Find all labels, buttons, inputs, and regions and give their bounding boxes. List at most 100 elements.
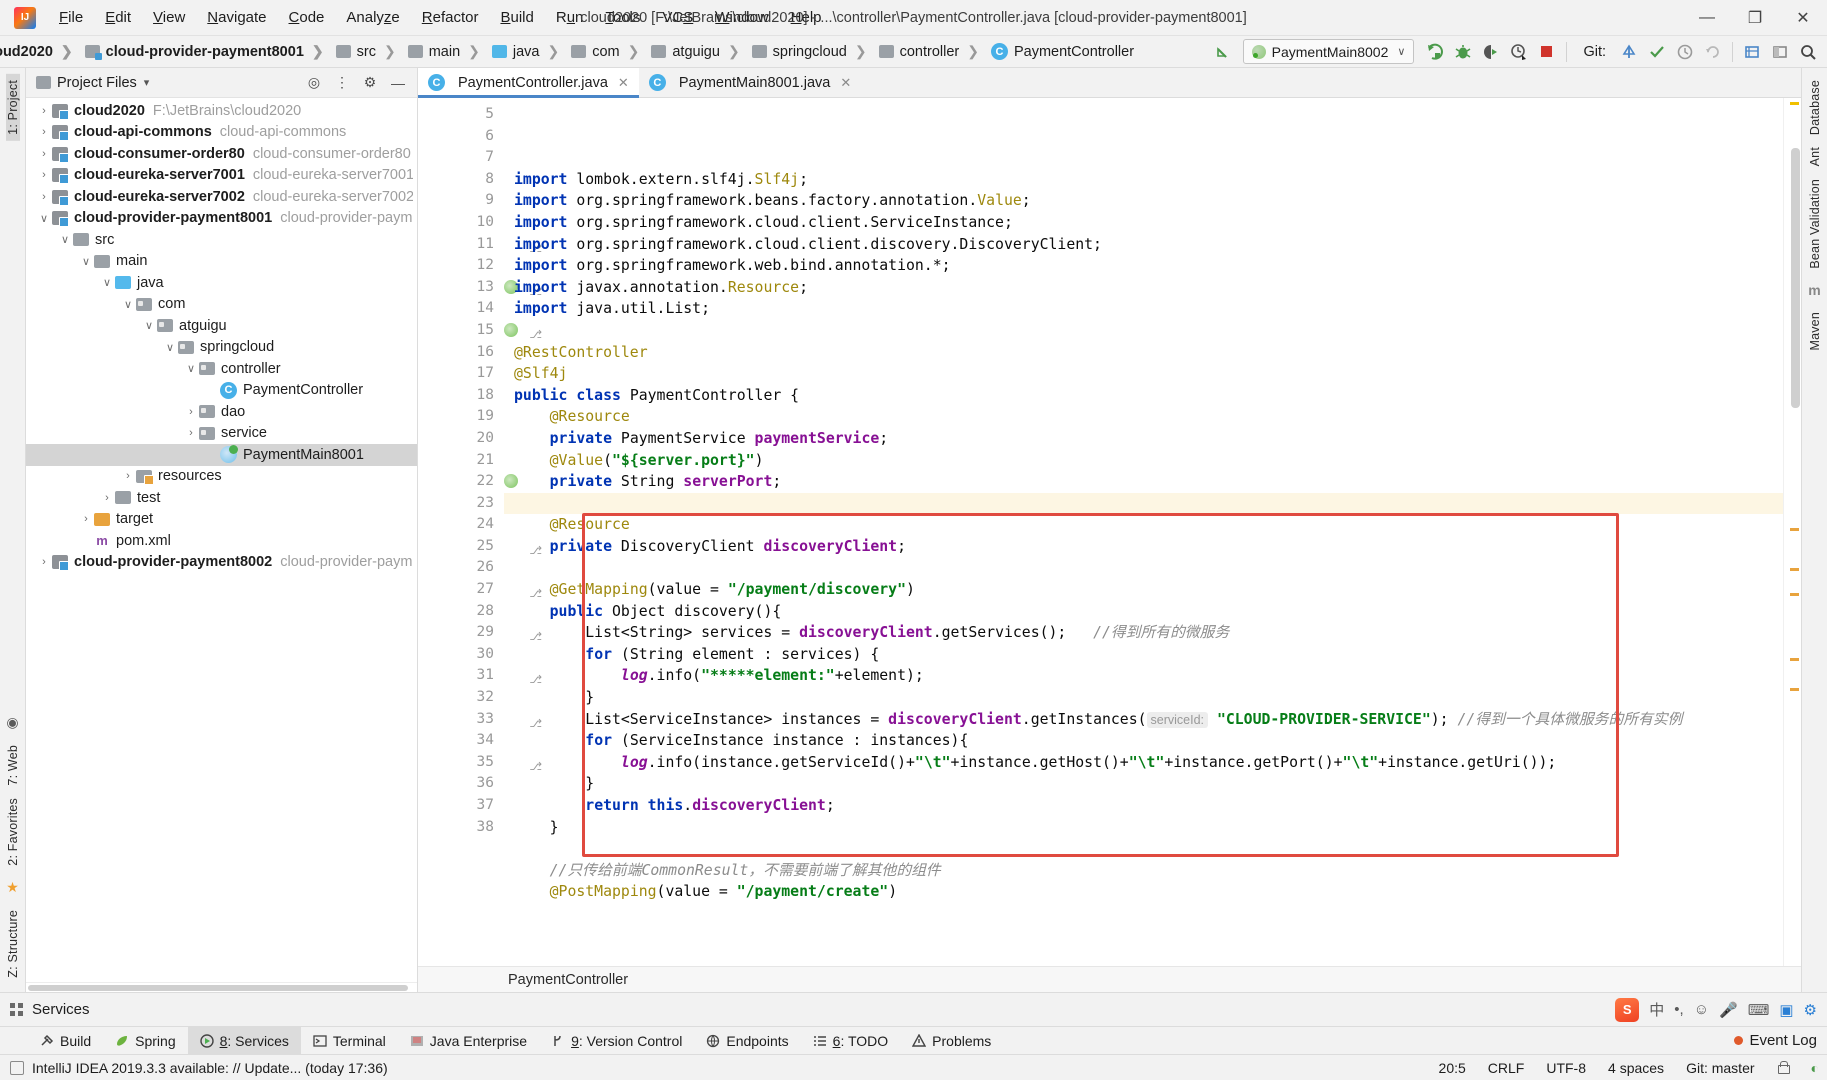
code-line-23[interactable] bbox=[504, 557, 1783, 579]
run-configuration-selector[interactable]: PaymentMain8002 ∨ bbox=[1242, 39, 1415, 64]
toolwindow-button-java-enterprise[interactable]: Java Enterprise bbox=[398, 1027, 539, 1054]
chevron-right-icon[interactable]: › bbox=[36, 126, 52, 138]
indent-setting[interactable]: 4 spaces bbox=[1608, 1060, 1664, 1076]
tree-item-target[interactable]: › target bbox=[26, 509, 417, 531]
line-number-34[interactable]: 34 bbox=[418, 730, 504, 752]
chevron-down-icon[interactable]: ∨ bbox=[57, 233, 73, 246]
status-message[interactable]: IntelliJ IDEA 2019.3.3 available: // Upd… bbox=[32, 1060, 388, 1076]
close-icon[interactable]: ✕ bbox=[840, 75, 851, 91]
toolbox-icon[interactable]: ▣ bbox=[1779, 1001, 1793, 1019]
chevron-right-icon[interactable]: › bbox=[78, 535, 94, 547]
chevron-right-icon[interactable]: › bbox=[36, 191, 52, 203]
settings-icon[interactable] bbox=[1739, 39, 1765, 65]
locate-icon[interactable]: ◎ bbox=[305, 74, 323, 91]
close-button[interactable]: ✕ bbox=[1779, 0, 1827, 36]
rail-button-structure[interactable]: Z: Structure bbox=[6, 904, 20, 984]
menu-code[interactable]: Code bbox=[278, 5, 336, 30]
file-encoding[interactable]: UTF-8 bbox=[1546, 1060, 1586, 1076]
line-number-20[interactable]: 20 bbox=[418, 428, 504, 450]
checkmark-icon[interactable] bbox=[1644, 39, 1670, 65]
code-line-18[interactable]: @Value("${server.port}") bbox=[504, 450, 1783, 472]
tree-item-cloud2020[interactable]: › cloud2020 F:\JetBrains\cloud2020 bbox=[26, 100, 417, 122]
run-with-coverage-icon[interactable] bbox=[1478, 39, 1504, 65]
menu-analyze[interactable]: Analyze bbox=[335, 5, 410, 30]
code-line-21[interactable]: @Resource bbox=[504, 514, 1783, 536]
toolwindow-button-spring[interactable]: Spring bbox=[103, 1027, 187, 1054]
rollback-icon[interactable] bbox=[1700, 39, 1726, 65]
history-icon[interactable] bbox=[1672, 39, 1698, 65]
close-icon[interactable]: ✕ bbox=[618, 75, 629, 91]
menu-build[interactable]: Build bbox=[489, 5, 544, 30]
tree-item-paymentcontroller[interactable]: ›C PaymentController bbox=[26, 380, 417, 402]
hide-icon[interactable]: — bbox=[389, 75, 407, 91]
code-line-15[interactable]: public class PaymentController { bbox=[504, 385, 1783, 407]
tree-item-cloud-api-commons[interactable]: › cloud-api-commons cloud-api-commons bbox=[26, 122, 417, 144]
todo-marker[interactable] bbox=[1790, 568, 1799, 571]
line-number-19[interactable]: 19 bbox=[418, 406, 504, 428]
chevron-right-icon[interactable]: › bbox=[99, 492, 115, 504]
sogou-icon[interactable]: S bbox=[1615, 997, 1640, 1022]
inspections-icon[interactable]: ◐ bbox=[1811, 1060, 1819, 1076]
code-line-16[interactable]: @Resource bbox=[504, 406, 1783, 428]
chevron-right-icon[interactable]: › bbox=[120, 470, 136, 482]
project-tree[interactable]: › cloud2020 F:\JetBrains\cloud2020 › cloud-a… bbox=[26, 98, 417, 982]
tree-item-springcloud[interactable]: ∨ springcloud bbox=[26, 337, 417, 359]
rail-button-database[interactable]: Database bbox=[1808, 74, 1822, 141]
toolwindow-button-problems[interactable]: Problems bbox=[900, 1027, 1003, 1054]
tab-paymentcontroller-java[interactable]: C PaymentController.java ✕ bbox=[418, 68, 639, 98]
chevron-right-icon[interactable]: › bbox=[204, 449, 220, 461]
code-line-37[interactable]: //只传给前端CommonResult，不需要前端了解其他的组件 bbox=[504, 860, 1783, 882]
back-arrow-icon[interactable] bbox=[1209, 39, 1235, 65]
chevron-down-icon[interactable]: ∨ bbox=[141, 319, 157, 332]
layout-icon[interactable] bbox=[1767, 39, 1793, 65]
code-line-36[interactable] bbox=[504, 838, 1783, 860]
todo-marker[interactable] bbox=[1790, 593, 1799, 596]
code-text[interactable]: import lombok.extern.slf4j.Slf4j; import … bbox=[504, 98, 1783, 966]
line-number-10[interactable]: 10 bbox=[418, 212, 504, 234]
line-number-9[interactable]: 9 bbox=[418, 190, 504, 212]
chevron-right-icon[interactable]: › bbox=[78, 513, 94, 525]
code-line-10[interactable]: import javax.annotation.Resource; bbox=[504, 277, 1783, 299]
line-separator[interactable]: CRLF bbox=[1488, 1060, 1525, 1076]
code-line-28[interactable]: log.info("*****element:"+element); bbox=[504, 665, 1783, 687]
settings-gear-icon[interactable]: ⚙ bbox=[361, 74, 379, 91]
line-number-16[interactable]: 16 bbox=[418, 342, 504, 364]
todo-marker[interactable] bbox=[1790, 528, 1799, 531]
chevron-right-icon[interactable]: › bbox=[36, 105, 52, 117]
code-line-8[interactable]: import org.springframework.cloud.client.… bbox=[504, 234, 1783, 256]
code-line-29[interactable]: } bbox=[504, 687, 1783, 709]
line-number-13[interactable]: 13 ⎇ bbox=[418, 277, 542, 299]
chevron-down-icon[interactable]: ▾ bbox=[144, 76, 150, 89]
chevron-down-icon[interactable]: ∨ bbox=[120, 298, 136, 311]
tree-item-paymentmain8001[interactable]: › PaymentMain8001 bbox=[26, 444, 417, 466]
toolwindow-button-9-version-control[interactable]: 9: Version Control bbox=[539, 1027, 694, 1054]
chevron-right-icon[interactable]: › bbox=[36, 148, 52, 160]
line-number-22[interactable]: 22 bbox=[418, 471, 518, 493]
editor-breadcrumb[interactable]: PaymentController bbox=[418, 966, 1801, 992]
project-horizontal-scrollbar[interactable] bbox=[26, 982, 417, 992]
tree-item-java[interactable]: ∨ java bbox=[26, 272, 417, 294]
line-number-15[interactable]: 15 ⎇ bbox=[418, 320, 542, 342]
line-number-36[interactable]: 36 bbox=[418, 773, 504, 795]
rail-button-favorites[interactable]: 2: Favorites bbox=[6, 792, 20, 872]
line-number-6[interactable]: 6 bbox=[418, 126, 504, 148]
tree-item-controller[interactable]: ∨ controller bbox=[26, 358, 417, 380]
menu-file[interactable]: File bbox=[48, 5, 94, 30]
tree-item-cloud-eureka-server7002[interactable]: › cloud-eureka-server7002 cloud-eureka-ser… bbox=[26, 186, 417, 208]
line-number-35[interactable]: 35 ⎇ bbox=[418, 752, 542, 774]
editor-vertical-scrollbar[interactable] bbox=[1791, 148, 1800, 408]
line-number-37[interactable]: 37 bbox=[418, 795, 504, 817]
read-only-lock-icon[interactable] bbox=[1777, 1061, 1790, 1074]
chevron-right-icon[interactable]: › bbox=[183, 427, 199, 439]
todo-marker[interactable] bbox=[1790, 688, 1799, 691]
chevron-down-icon[interactable]: ∨ bbox=[183, 362, 199, 375]
code-line-34[interactable]: return this.discoveryClient; bbox=[504, 795, 1783, 817]
line-number-24[interactable]: 24 bbox=[418, 514, 504, 536]
error-stripe-markers[interactable] bbox=[1783, 98, 1801, 966]
tree-item-cloud-provider-payment8001[interactable]: ∨ cloud-provider-payment8001 cloud-provide… bbox=[26, 208, 417, 230]
breadcrumb-item-src[interactable]: src ❯ bbox=[332, 41, 404, 62]
minimize-button[interactable]: — bbox=[1683, 0, 1731, 36]
web-globe-icon[interactable]: ◉ bbox=[6, 714, 18, 731]
code-editor[interactable]: 5 6 7 8 9 10 11 ⎇ 12 13 ⎇ 14 15 ⎇ 16 17 18 19 20 21 22 23 24 25… bbox=[418, 98, 1801, 966]
collapse-all-icon[interactable]: ⋮ bbox=[333, 74, 351, 91]
